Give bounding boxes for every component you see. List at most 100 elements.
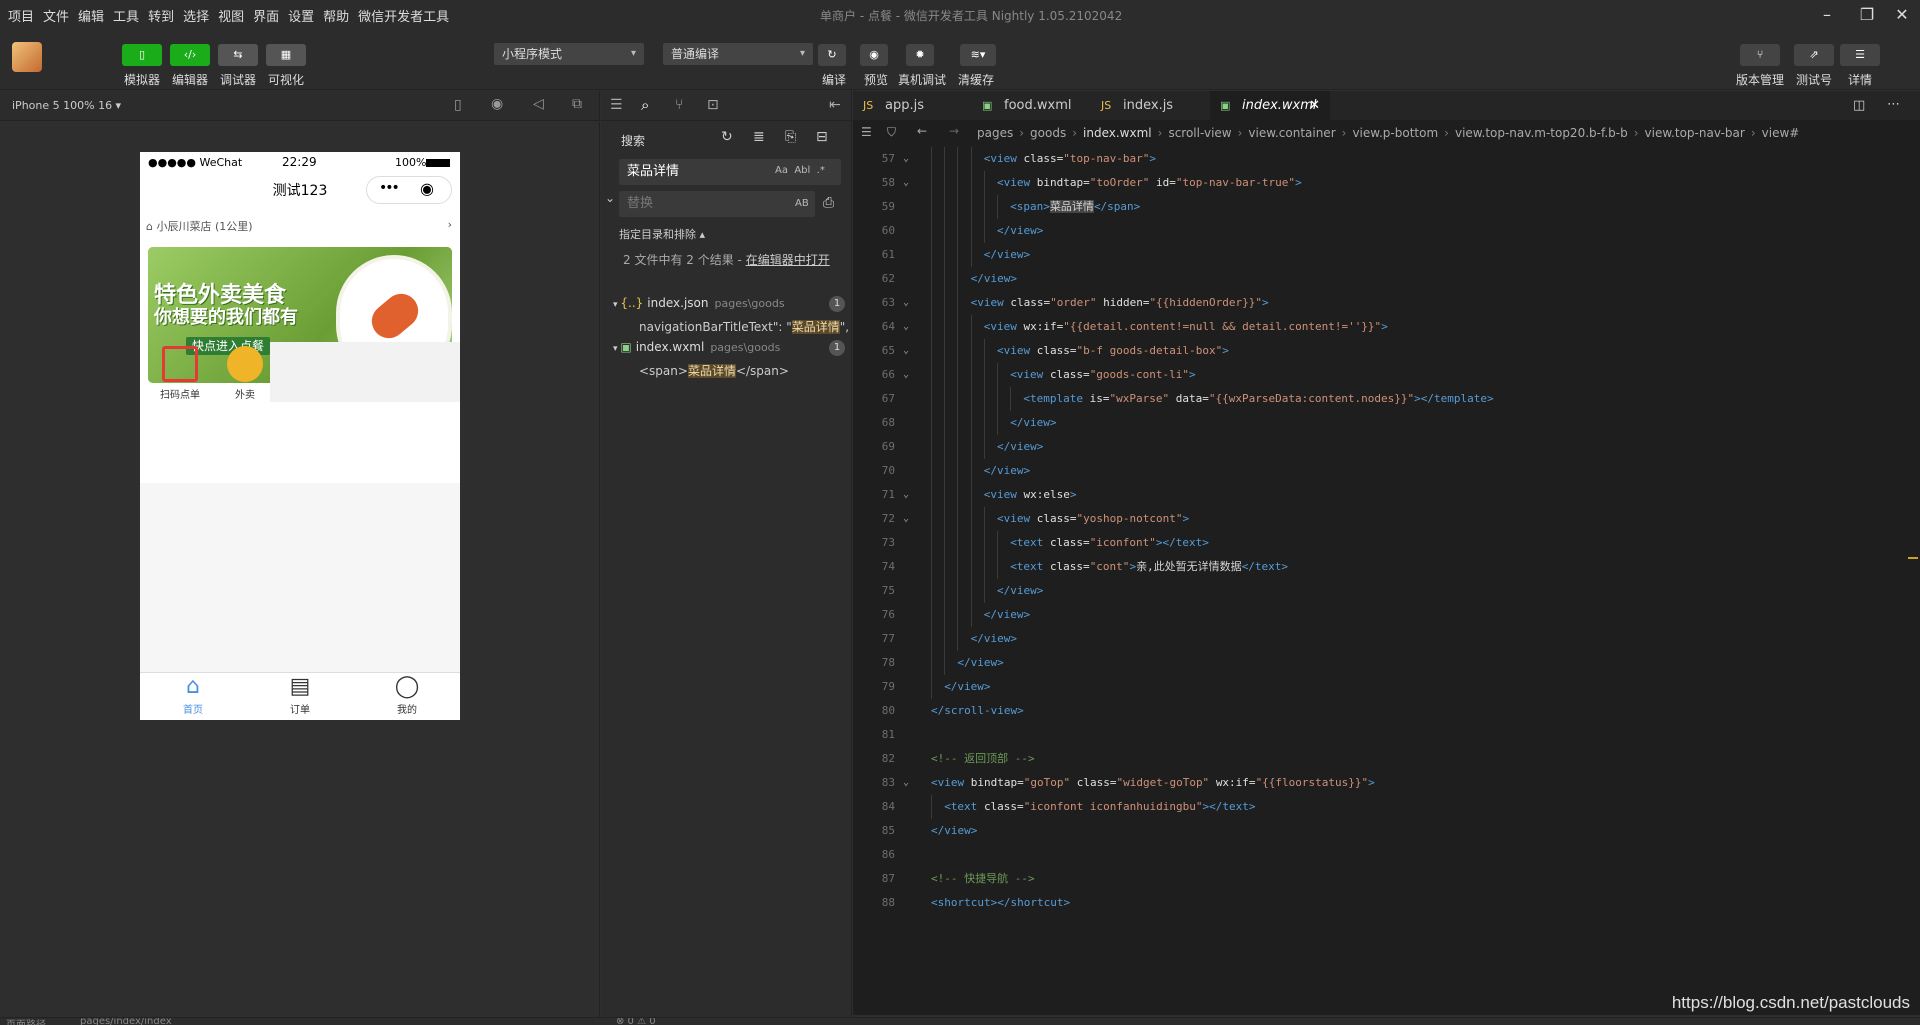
menu-icon[interactable]: ☰ — [1840, 44, 1880, 66]
breadcrumb-item[interactable]: pages — [977, 126, 1013, 140]
editor-tab[interactable]: JS app.js — [853, 91, 971, 121]
explorer-icon[interactable]: ☰ — [610, 97, 623, 113]
code-line[interactable]: 87 <!-- 快捷导航 --> — [853, 867, 1920, 891]
preserve-case-toggle[interactable]: AB — [795, 198, 809, 209]
result-match-line[interactable]: navigationBarTitleText": "菜品详情", — [639, 318, 851, 335]
refresh-icon[interactable]: ↻ — [818, 44, 846, 66]
code-line[interactable]: 62 </view> — [853, 267, 1920, 291]
tab-0[interactable]: ⌂ 首页 — [140, 673, 246, 720]
code-line[interactable]: 85 </view> — [853, 819, 1920, 843]
mode-select[interactable]: 小程序模式 — [494, 43, 644, 65]
menu-item[interactable]: 设置 — [288, 6, 314, 25]
toolbar-mid-label[interactable]: 清缓存 — [946, 71, 1006, 88]
menu-item[interactable]: 帮助 — [323, 6, 349, 25]
toolbar-left-label[interactable]: 编辑器 — [164, 71, 216, 88]
menu-item[interactable]: 项目 — [8, 6, 34, 25]
code-line[interactable]: 80 </scroll-view> — [853, 699, 1920, 723]
compile-select[interactable]: 普通编译 — [663, 43, 813, 65]
toggle-replace-icon[interactable]: ⌄ — [605, 191, 615, 205]
breadcrumb-item[interactable]: view# — [1762, 126, 1800, 140]
popout-icon[interactable]: ⧉ — [572, 96, 582, 112]
fold-icon[interactable]: ⌄ — [903, 507, 909, 531]
code-line[interactable]: 60 </view> — [853, 219, 1920, 243]
new-search-editor-icon[interactable]: ⎘ — [785, 129, 796, 145]
code-line[interactable]: 65 ⌄ <view class="b-f goods-detail-box"> — [853, 339, 1920, 363]
code-line[interactable]: 58 ⌄ <view bindtap="toOrder" id="top-nav-b… — [853, 171, 1920, 195]
breadcrumb-item[interactable]: view.container — [1248, 126, 1335, 140]
code-line[interactable]: 81 — [853, 723, 1920, 747]
rotate-icon[interactable]: ▯ — [454, 97, 462, 113]
menu-item[interactable]: 视图 — [218, 6, 244, 25]
fold-icon[interactable]: ⌄ — [903, 315, 909, 339]
tab-1[interactable]: ▤ 订单 — [247, 673, 353, 720]
code-line[interactable]: 59 <span>菜品详情</span> — [853, 195, 1920, 219]
code-line[interactable]: 77 </view> — [853, 627, 1920, 651]
record-icon[interactable]: ◉ — [491, 96, 503, 112]
code-line[interactable]: 70 </view> — [853, 459, 1920, 483]
breadcrumb-item[interactable]: goods — [1030, 126, 1066, 140]
toolbar-right-label[interactable]: 详情 — [1830, 71, 1890, 88]
code-line[interactable]: 71 ⌄ <view wx:else> — [853, 483, 1920, 507]
fold-icon[interactable]: ⌄ — [903, 771, 909, 795]
scope-toggle[interactable]: 指定目录和排除 ▴ — [619, 226, 705, 242]
replace-all-icon[interactable]: ⎙ — [823, 195, 834, 211]
phone-icon[interactable]: ▯ — [122, 44, 162, 66]
breadcrumb-item[interactable]: index.wxml — [1083, 126, 1152, 140]
volume-icon[interactable]: ◁ — [533, 96, 544, 112]
bug-icon[interactable]: ✹ — [906, 44, 934, 66]
toolbar-mid-label[interactable]: 真机调试 — [892, 71, 952, 88]
open-in-editor-link[interactable]: 在编辑器中打开 — [746, 253, 830, 267]
result-match-line[interactable]: <span>菜品详情</span> — [639, 362, 851, 379]
code-line[interactable]: 64 ⌄ <view wx:if="{{detail.content!=null &… — [853, 315, 1920, 339]
code-line[interactable]: 88 <shortcut></shortcut> — [853, 891, 1920, 915]
toolbar-left-label[interactable]: 可视化 — [260, 71, 312, 88]
toolbar-left-label[interactable]: 调试器 — [212, 71, 264, 88]
code-line[interactable]: 84 <text class="iconfont iconfanhuidingbu… — [853, 795, 1920, 819]
replace-input[interactable]: 替换 — [619, 191, 815, 217]
code-line[interactable]: 66 ⌄ <view class="goods-cont-li"> — [853, 363, 1920, 387]
breadcrumb-item[interactable]: view.p-bottom — [1352, 126, 1438, 140]
more-icon[interactable]: ••• — [379, 180, 400, 196]
status-problems[interactable]: ⊗ 0 ⚠ 0 — [616, 1018, 656, 1025]
bookmark-icon[interactable]: ⛉ — [887, 125, 896, 140]
forward-icon[interactable]: → — [949, 124, 959, 138]
code-line[interactable]: 68 </view> — [853, 411, 1920, 435]
status-page-path[interactable]: pages/index/index — [80, 1018, 172, 1025]
more-actions-icon[interactable]: ⋯ — [1887, 97, 1900, 112]
result-file[interactable]: ▾ {..} index.json pages\goods 1 — [613, 296, 845, 314]
search-options[interactable]: Aa Abl .* — [775, 165, 825, 176]
layout-icon[interactable]: ▦ — [266, 44, 306, 66]
menu-item[interactable]: 编辑 — [78, 6, 104, 25]
maximize-button[interactable]: ❐ — [1852, 3, 1882, 27]
code-line[interactable]: 67 <template is="wxParse" data="{{wxParse… — [853, 387, 1920, 411]
code-line[interactable]: 78 </view> — [853, 651, 1920, 675]
code-line[interactable]: 82 <!-- 返回顶部 --> — [853, 747, 1920, 771]
branch-icon[interactable]: ⑂ — [1740, 44, 1780, 66]
breadcrumb-item[interactable]: view.top-nav.m-top20.b-f.b-b — [1455, 126, 1628, 140]
editor-tab[interactable]: ▣ index.wxml ✕ — [1210, 91, 1330, 121]
editor-tab[interactable]: ▣ food.wxml — [972, 91, 1090, 121]
device-select[interactable]: iPhone 5 100% 16 ▾ — [12, 99, 121, 112]
menu-item[interactable]: 转到 — [148, 6, 174, 25]
code-line[interactable]: 86 — [853, 843, 1920, 867]
fold-icon[interactable]: ⌄ — [903, 363, 909, 387]
eye-icon[interactable]: ◉ — [860, 44, 888, 66]
code-line[interactable]: 72 ⌄ <view class="yoshop-notcont"> — [853, 507, 1920, 531]
minimize-button[interactable]: – — [1812, 3, 1842, 27]
fold-icon[interactable]: ⌄ — [903, 171, 909, 195]
code-line[interactable]: 61 </view> — [853, 243, 1920, 267]
close-mp-icon[interactable]: ◉ — [420, 179, 434, 198]
code-line[interactable]: 73 <text class="iconfont"></text> — [853, 531, 1920, 555]
code-line[interactable]: 57 ⌄ <view class="top-nav-bar"> — [853, 147, 1920, 171]
menu-item[interactable]: 工具 — [113, 6, 139, 25]
collapse-panel-icon[interactable]: ⇤ — [829, 97, 841, 113]
clear-results-icon[interactable]: ≣ — [753, 129, 765, 145]
match-case-toggle[interactable]: Aa — [775, 165, 788, 176]
capsule-menu[interactable]: ••• ◉ — [366, 176, 452, 204]
outline-icon[interactable]: ☰ — [861, 125, 872, 139]
menu-item[interactable]: 界面 — [253, 6, 279, 25]
menu-item[interactable]: 文件 — [43, 6, 69, 25]
code-line[interactable]: 76 </view> — [853, 603, 1920, 627]
code-line[interactable]: 75 </view> — [853, 579, 1920, 603]
layers-icon[interactable]: ≋▾ — [960, 44, 996, 66]
